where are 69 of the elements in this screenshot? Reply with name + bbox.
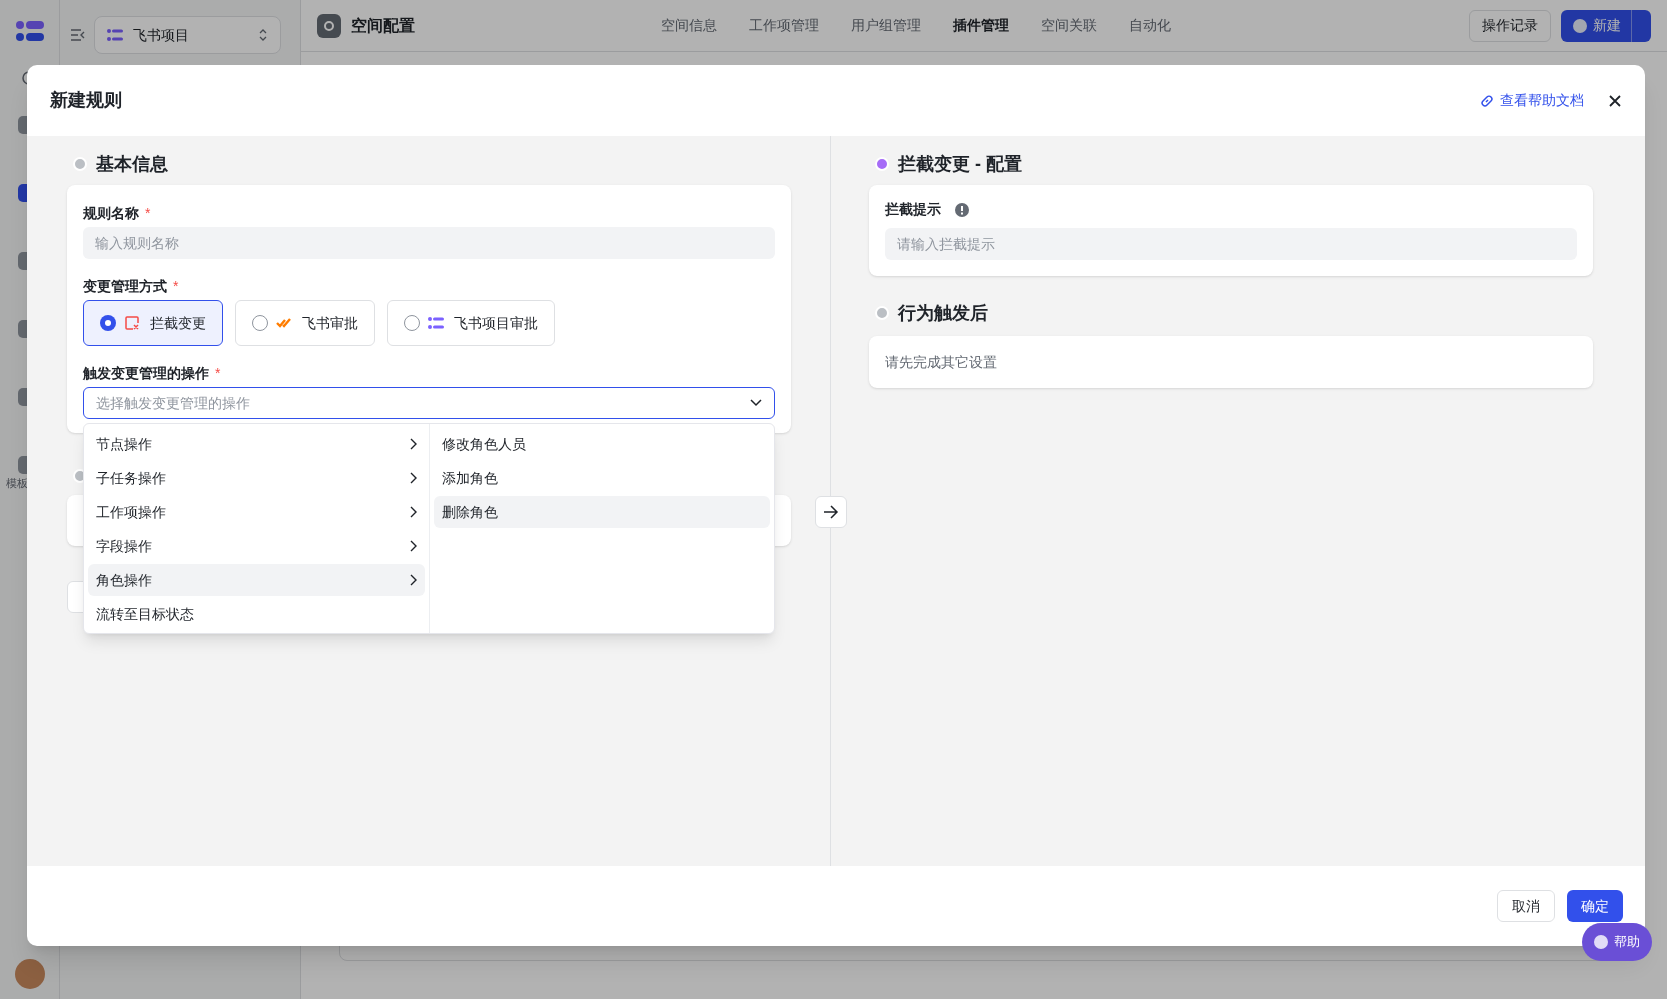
project-name: 飞书项目 [133,25,190,45]
menu-item[interactable]: 字段操作 [88,530,425,562]
menu-item[interactable]: 删除角色 [434,496,770,528]
page-title: 空间配置 [351,15,416,36]
help-link[interactable]: 查看帮助文档 [1480,90,1584,111]
required-mark: * [173,277,179,296]
avatar[interactable] [14,959,45,989]
chevron-down-icon [750,399,762,407]
collapse-icon[interactable] [70,28,86,42]
radio-button[interactable] [252,315,268,331]
section-title: 基本信息 [96,152,168,176]
section-title: 拦截变更 - 配置 [898,152,1022,176]
menu-item[interactable]: 添加角色 [434,462,770,494]
input-field[interactable]: 请输入拦截提示 [885,228,1577,260]
menu-item[interactable]: 流转至目标状态 [88,598,425,630]
arrow-right-icon [823,505,839,519]
project-selector[interactable]: 飞书项目 [94,16,281,54]
gear-icon [317,13,341,38]
required-mark: * [215,364,221,383]
info-icon [955,202,969,217]
menu-item[interactable]: 子任务操作 [88,462,425,494]
field-label: 触发变更管理的操作 [83,364,209,383]
mode-option[interactable]: 飞书审批 [235,300,375,346]
list-icon [428,317,444,329]
close-icon[interactable] [1608,93,1622,108]
check-icon [276,317,292,329]
radio-button[interactable] [404,315,420,331]
option-label: 飞书项目审批 [454,313,538,333]
mode-option[interactable]: 拦截变更 [83,300,223,346]
chevron-right-icon [409,472,417,484]
tab[interactable]: 用户组管理 [851,15,921,36]
menu-item[interactable]: 节点操作 [88,428,425,460]
required-mark: * [145,204,151,223]
cancel-button[interactable]: 取消 [1497,890,1555,922]
menu-item[interactable]: 工作项操作 [88,496,425,528]
tab[interactable]: 工作项管理 [749,15,819,36]
arrow-button[interactable] [815,496,847,528]
logo-icon[interactable] [14,20,45,42]
confirm-button[interactable]: 确定 [1567,890,1623,922]
chevron-right-icon [409,540,417,552]
question-icon [1594,935,1608,949]
option-label: 飞书审批 [302,313,358,333]
tab[interactable]: 空间关联 [1041,15,1097,36]
chevron-right-icon [409,506,417,518]
field-label: 规则名称 [83,204,139,223]
field-label: 拦截提示 [885,200,941,219]
tab[interactable]: 插件管理 [953,15,1009,36]
section-title: 行为触发后 [898,301,988,325]
help-button[interactable]: 帮助 [1582,923,1652,961]
hint-text: 请先完成其它设置 [885,352,997,372]
list-icon [107,29,123,41]
menu-item[interactable]: 角色操作 [88,564,425,596]
link-icon [1480,93,1494,108]
menu-item[interactable]: 修改角色人员 [434,428,770,460]
chevron-right-icon [409,438,417,450]
field-label: 变更管理方式 [83,277,167,296]
input-field[interactable]: 输入规则名称 [83,227,775,259]
tab[interactable]: 自动化 [1129,15,1171,36]
updown-icon [258,28,268,42]
radio-button[interactable] [100,315,116,331]
nav-label[interactable]: 模板 [5,476,28,490]
option-label: 拦截变更 [150,313,206,333]
dialog-title: 新建规则 [50,89,123,112]
mode-option[interactable]: 飞书项目审批 [387,300,555,346]
history-button[interactable]: 操作记录 [1469,9,1551,42]
tab[interactable]: 空间信息 [661,15,717,36]
chevron-right-icon [409,574,417,586]
new-button[interactable]: 新建 [1561,9,1651,42]
block-icon [124,315,140,331]
